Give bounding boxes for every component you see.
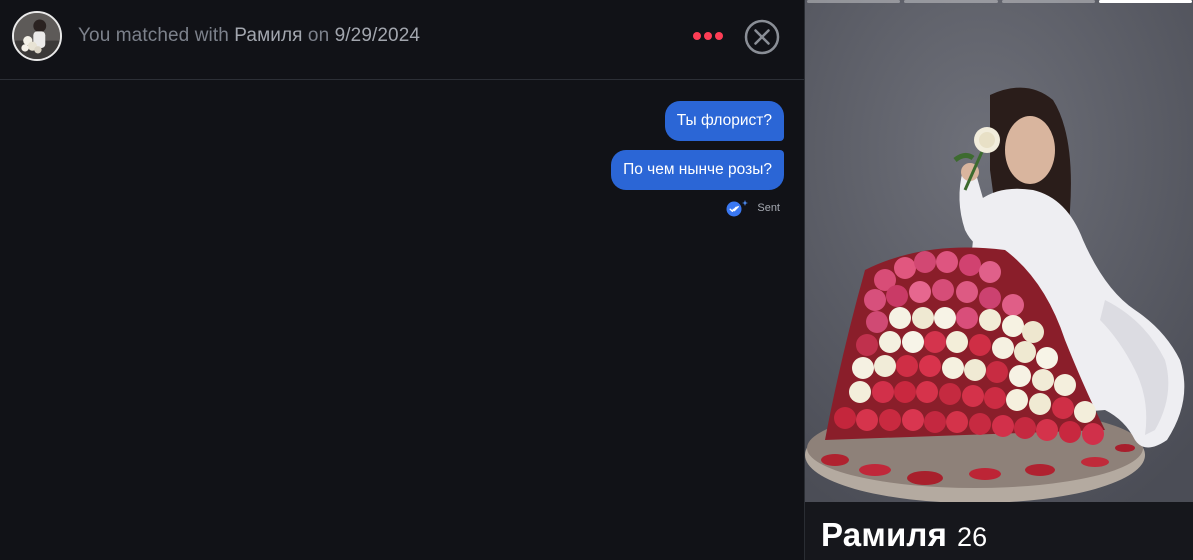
close-button[interactable] xyxy=(744,19,780,55)
avatar[interactable] xyxy=(12,11,62,61)
match-name[interactable]: Рамиля xyxy=(234,25,302,46)
message-bubble[interactable]: Ты флорист? xyxy=(664,101,784,141)
photo-tab-active[interactable] xyxy=(1098,0,1192,3)
match-date: 9/29/2024 xyxy=(334,25,421,46)
profile-panel: Рамиля 26 xyxy=(804,0,1193,560)
match-prefix: You matched with xyxy=(78,25,235,46)
message-status: Sent xyxy=(725,199,780,217)
message-list: Ты флорист? По чем нынче розы? Sent xyxy=(0,81,804,560)
close-circle-icon xyxy=(744,19,780,55)
dot xyxy=(715,32,723,40)
dot xyxy=(693,32,701,40)
dot xyxy=(704,32,712,40)
photo-tab[interactable] xyxy=(807,0,901,3)
profile-photo-image xyxy=(805,0,1193,502)
photo-tab[interactable] xyxy=(904,0,998,3)
photo-pagination xyxy=(805,0,1193,4)
profile-age: 26 xyxy=(957,522,988,552)
profile-photo[interactable] xyxy=(805,0,1193,502)
more-dots-icon[interactable] xyxy=(690,26,726,46)
profile-name-row: Рамиля 26 xyxy=(821,516,987,554)
chat-panel: You matched with Рамиля on 9/29/2024 Ты … xyxy=(0,0,804,560)
sent-check-icon xyxy=(725,199,749,217)
chat-header: You matched with Рамиля on 9/29/2024 xyxy=(0,0,804,80)
app-window: You matched with Рамиля on 9/29/2024 Ты … xyxy=(0,0,1193,560)
sent-label: Sent xyxy=(757,202,780,214)
message-bubble[interactable]: По чем нынче розы? xyxy=(611,150,784,190)
match-info: You matched with Рамиля on 9/29/2024 xyxy=(78,25,420,47)
match-on: on xyxy=(302,25,335,46)
avatar-photo-icon xyxy=(14,13,60,59)
profile-name: Рамиля xyxy=(821,516,948,553)
photo-tab[interactable] xyxy=(1001,0,1095,3)
